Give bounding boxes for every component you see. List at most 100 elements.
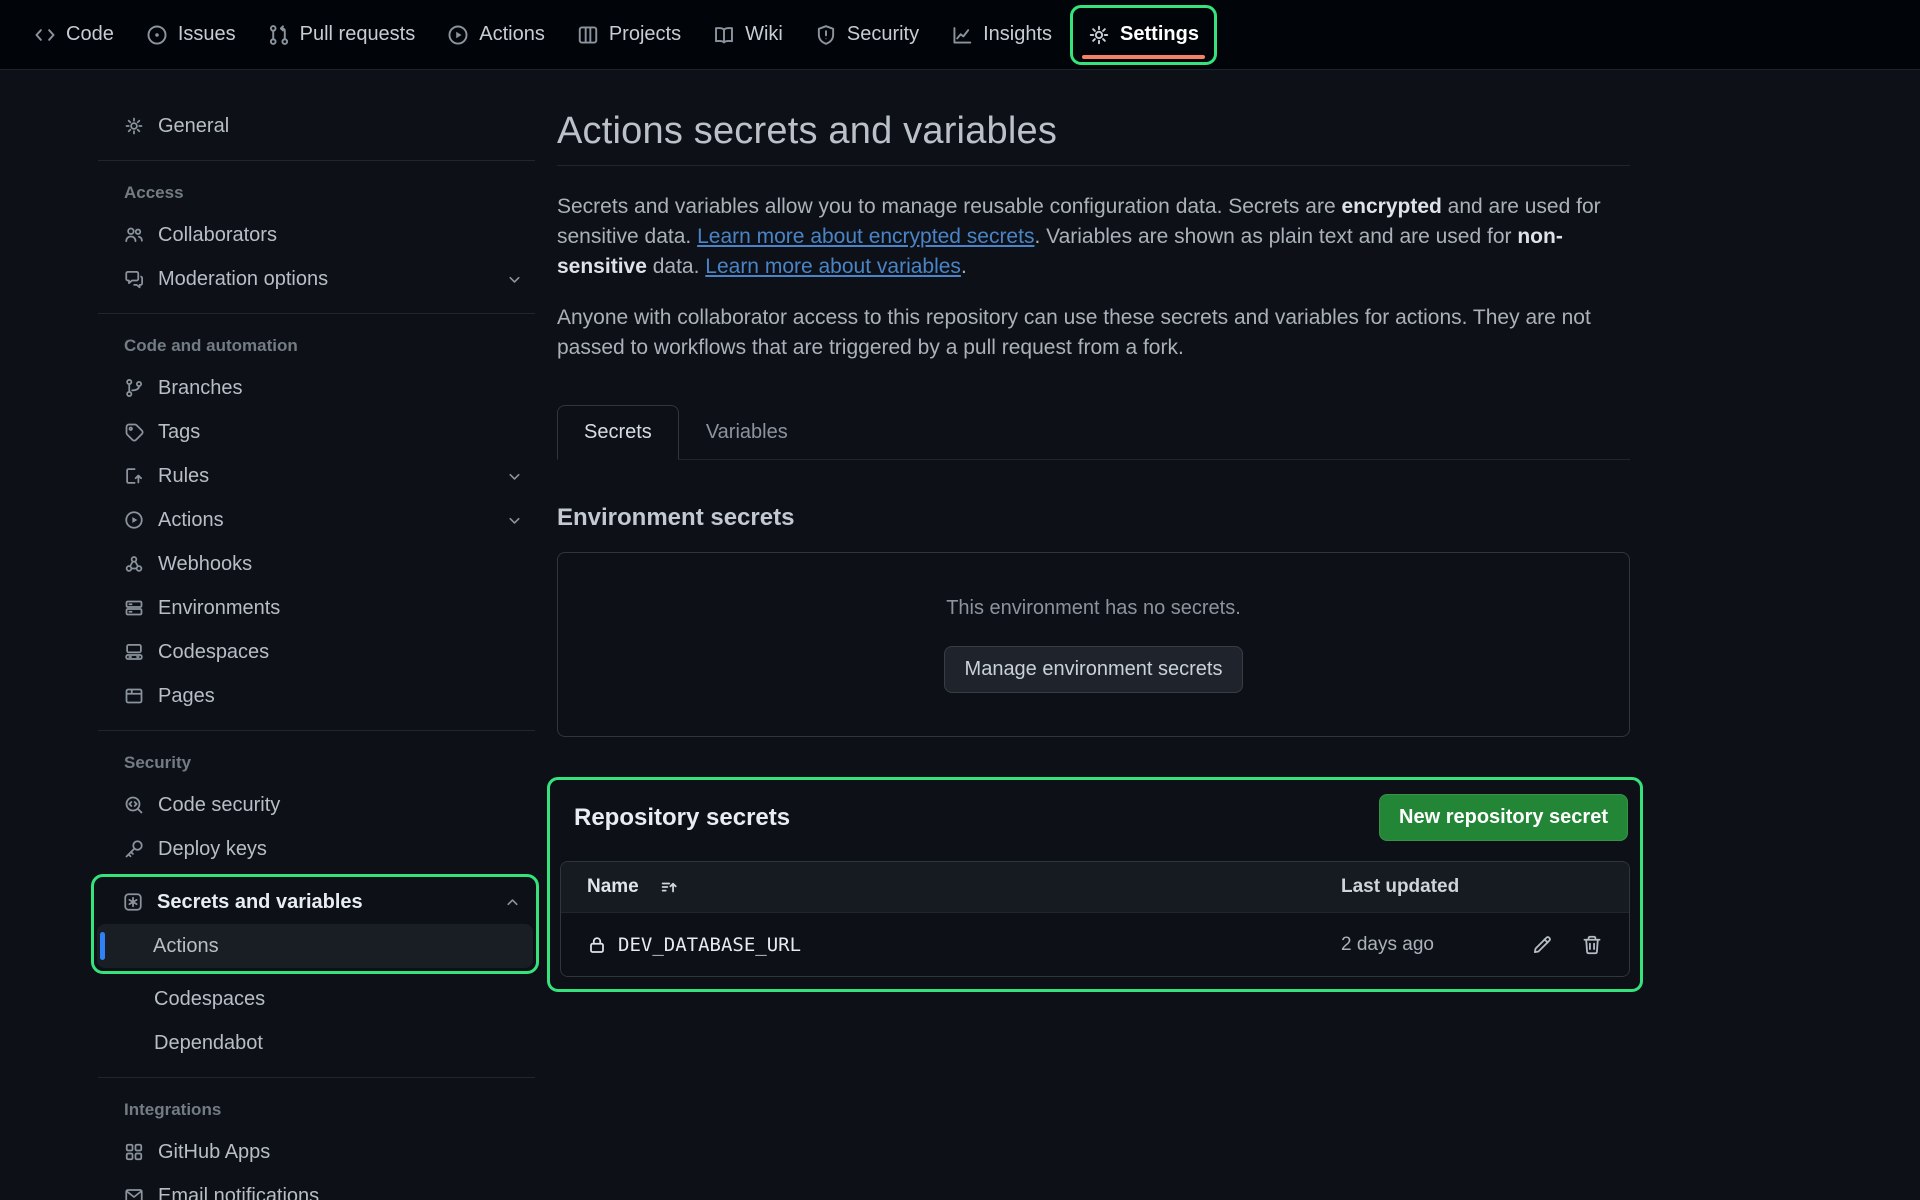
- tab-settings[interactable]: Settings: [1073, 8, 1214, 62]
- git-branch-icon: [124, 378, 144, 398]
- sidebar-item-moderation-options[interactable]: Moderation options: [98, 257, 535, 301]
- sidebar-item-pages[interactable]: Pages: [98, 674, 535, 718]
- graph-icon: [951, 24, 973, 46]
- sidebar-item-github-apps[interactable]: GitHub Apps: [98, 1130, 535, 1174]
- sidebar-item-label: General: [158, 115, 523, 138]
- sidebar-item-general[interactable]: General: [98, 104, 535, 148]
- tab-wiki[interactable]: Wiki: [697, 0, 799, 69]
- divider: [98, 730, 535, 731]
- divider: [98, 1077, 535, 1078]
- link-learn-variables[interactable]: Learn more about variables: [705, 255, 961, 278]
- sidebar-item-secrets-actions[interactable]: Actions: [97, 924, 533, 968]
- sidebar-item-rules[interactable]: Rules: [98, 454, 535, 498]
- sidebar-item-deploy-keys[interactable]: Deploy keys: [98, 827, 535, 871]
- sidebar-item-secrets-dependabot[interactable]: Dependabot: [98, 1021, 535, 1065]
- new-repository-secret-button[interactable]: New repository secret: [1379, 794, 1628, 841]
- people-icon: [124, 225, 144, 245]
- edit-secret-button[interactable]: [1531, 934, 1553, 956]
- tab-label: Security: [847, 23, 919, 46]
- sidebar-item-branches[interactable]: Branches: [98, 366, 535, 410]
- sidebar-item-secrets-and-variables[interactable]: Secrets and variables: [97, 880, 533, 924]
- settings-content: Actions secrets and variables Secrets an…: [557, 70, 1630, 992]
- shield-icon: [815, 24, 837, 46]
- environments-icon: [124, 598, 144, 618]
- play-circle-icon: [447, 24, 469, 46]
- secrets-variables-tabs: Secrets Variables: [557, 405, 1630, 460]
- tab-pull-requests[interactable]: Pull requests: [252, 0, 432, 69]
- gear-icon: [124, 116, 144, 136]
- repo-tabs: Code Issues Pull requests Actions Projec…: [18, 0, 1219, 69]
- lock-icon: [587, 935, 607, 955]
- intro-text: .: [961, 255, 967, 278]
- tab-label: Actions: [479, 23, 545, 46]
- sidebar-section-code-automation: Code and automation: [98, 326, 535, 366]
- pencil-icon: [1531, 934, 1553, 956]
- sidebar-item-codespaces[interactable]: Codespaces: [98, 630, 535, 674]
- annotation-box-repository-secrets: Repository secrets New repository secret…: [547, 777, 1643, 992]
- sidebar-item-code-security[interactable]: Code security: [98, 783, 535, 827]
- sidebar-item-label: GitHub Apps: [158, 1141, 523, 1164]
- delete-secret-button[interactable]: [1581, 934, 1603, 956]
- sidebar-item-label: Actions: [153, 935, 521, 958]
- collaborator-access-paragraph: Anyone with collaborator access to this …: [557, 303, 1630, 363]
- sidebar-item-secrets-codespaces[interactable]: Codespaces: [98, 977, 535, 1021]
- sidebar-item-email-notifications[interactable]: Email notifications: [98, 1174, 535, 1200]
- tab-label: Issues: [178, 23, 236, 46]
- sidebar-item-label: Code security: [158, 794, 523, 817]
- chevron-down-icon: [506, 468, 523, 485]
- page-title: Actions secrets and variables: [557, 110, 1630, 166]
- environment-secrets-empty-message: This environment has no secrets.: [946, 597, 1241, 620]
- tab-projects[interactable]: Projects: [561, 0, 697, 69]
- sidebar-item-label: Codespaces: [154, 988, 523, 1011]
- webhook-icon: [124, 554, 144, 574]
- tab-security[interactable]: Security: [799, 0, 935, 69]
- comment-discussion-icon: [124, 269, 144, 289]
- tag-icon: [124, 422, 144, 442]
- sidebar-section-access: Access: [98, 173, 535, 213]
- sidebar-item-collaborators[interactable]: Collaborators: [98, 213, 535, 257]
- secret-row: DEV_DATABASE_URL 2 days ago: [561, 912, 1629, 976]
- divider: [98, 313, 535, 314]
- settings-sidebar: General Access Collaborators Moderation …: [98, 70, 535, 1200]
- book-icon: [713, 24, 735, 46]
- codespaces-icon: [124, 642, 144, 662]
- sidebar-item-label: Environments: [158, 597, 523, 620]
- tab-issues[interactable]: Issues: [130, 0, 252, 69]
- tab-label: Settings: [1120, 23, 1199, 46]
- table-header-row: Name Last updated: [561, 862, 1629, 912]
- environment-secrets-heading: Environment secrets: [557, 504, 1630, 532]
- tab-label: Wiki: [745, 23, 783, 46]
- chevron-down-icon: [506, 512, 523, 529]
- intro-bold-encrypted: encrypted: [1341, 195, 1441, 218]
- tab-actions[interactable]: Actions: [431, 0, 561, 69]
- sidebar-item-webhooks[interactable]: Webhooks: [98, 542, 535, 586]
- browser-icon: [124, 686, 144, 706]
- sidebar-item-tags[interactable]: Tags: [98, 410, 535, 454]
- column-header-name: Name: [587, 876, 1341, 898]
- tab-code[interactable]: Code: [18, 0, 130, 69]
- sidebar-item-label: Moderation options: [158, 268, 492, 291]
- sidebar-section-security: Security: [98, 743, 535, 783]
- manage-environment-secrets-button[interactable]: Manage environment secrets: [944, 646, 1244, 693]
- gear-icon: [1088, 24, 1110, 46]
- intro-text: . Variables are shown as plain text and …: [1034, 225, 1517, 248]
- sidebar-item-actions[interactable]: Actions: [98, 498, 535, 542]
- chevron-down-icon: [506, 271, 523, 288]
- repo-tab-bar: Code Issues Pull requests Actions Projec…: [0, 0, 1920, 70]
- link-learn-encrypted-secrets[interactable]: Learn more about encrypted secrets: [697, 225, 1034, 248]
- annotation-box-secrets-and-variables: Secrets and variables Actions: [91, 874, 539, 974]
- tab-variables[interactable]: Variables: [679, 405, 815, 460]
- chevron-up-icon: [504, 894, 521, 911]
- sort-ascending-icon[interactable]: [660, 878, 679, 897]
- tab-label: Pull requests: [300, 23, 416, 46]
- sidebar-item-label: Tags: [158, 421, 523, 444]
- play-circle-icon: [124, 510, 144, 530]
- environment-secrets-empty-box: This environment has no secrets. Manage …: [557, 552, 1630, 737]
- sidebar-item-environments[interactable]: Environments: [98, 586, 535, 630]
- intro-text: data.: [647, 255, 705, 278]
- codescan-icon: [124, 795, 144, 815]
- tab-insights[interactable]: Insights: [935, 0, 1068, 69]
- code-icon: [34, 24, 56, 46]
- trash-icon: [1581, 934, 1603, 956]
- tab-secrets[interactable]: Secrets: [557, 405, 679, 460]
